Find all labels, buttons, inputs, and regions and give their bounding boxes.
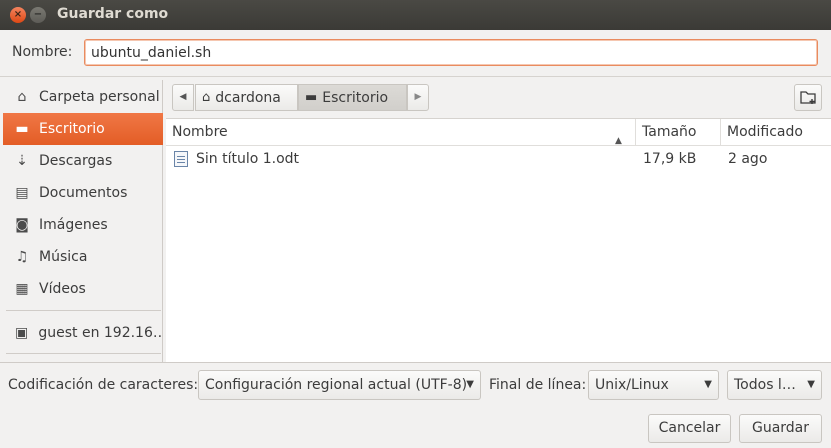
places-sidebar: ⌂ Carpeta personal ▬ Escritorio ⇣ Descar… — [3, 80, 163, 362]
column-header-name[interactable]: Nombre ▲ — [166, 119, 636, 146]
sidebar-item-documentos[interactable]: ▤ Documentos — [3, 177, 163, 209]
file-list: Nombre ▲ Tamaño Modificado Sin título 1.… — [166, 118, 831, 362]
file-filter-value: Todos l… — [734, 377, 796, 393]
encoding-value: Configuración regional actual (UTF-8) — [205, 377, 468, 393]
sidebar-item-descargas[interactable]: ⇣ Descargas — [3, 145, 163, 177]
file-row[interactable]: Sin título 1.odt 17,9 kB 2 ago — [166, 147, 831, 171]
network-icon: ▣ — [15, 325, 29, 341]
sidebar-item-musica[interactable]: ♫ Música — [3, 241, 163, 273]
sidebar-item-label: Carpeta personal — [39, 89, 160, 105]
sidebar-item-videos[interactable]: ▦ Vídeos — [3, 273, 163, 305]
save-button[interactable]: Guardar — [739, 414, 822, 443]
download-icon: ⇣ — [16, 153, 28, 169]
column-header-size[interactable]: Tamaño — [636, 119, 721, 146]
document-icon: ▤ — [15, 185, 29, 201]
chevron-down-icon: ▼ — [466, 379, 474, 390]
text-document-icon — [174, 151, 188, 167]
line-end-label: Final de línea: — [489, 377, 587, 393]
path-scroll-right-button[interactable]: ▶ — [407, 84, 429, 111]
sidebar-item-label: Música — [39, 249, 88, 265]
folder-icon: ▬ — [305, 90, 318, 105]
sidebar-divider — [6, 353, 161, 354]
divider — [0, 362, 831, 363]
folder-icon: ▬ — [15, 121, 29, 137]
home-icon: ⌂ — [202, 90, 211, 105]
cancel-button[interactable]: Cancelar — [648, 414, 731, 443]
window-title: Guardar como — [57, 6, 169, 22]
encoding-label: Codificación de caracteres: — [8, 377, 199, 393]
sidebar-item-label: guest en 192.16… — [38, 325, 163, 341]
camera-icon: ◙ — [15, 217, 29, 233]
sidebar-divider — [6, 310, 161, 311]
close-window-button[interactable]: × — [10, 7, 26, 23]
encoding-select[interactable]: Configuración regional actual (UTF-8) ▼ — [198, 370, 481, 400]
sidebar-item-label: Documentos — [39, 185, 128, 201]
sidebar-item-escritorio[interactable]: ▬ Escritorio — [3, 113, 163, 145]
file-name: Sin título 1.odt — [196, 151, 300, 167]
file-modified: 2 ago — [728, 151, 768, 167]
sidebar-item-network-share[interactable]: ▣ guest en 192.16… — [3, 317, 163, 349]
path-crumb-escritorio[interactable]: ▬ Escritorio — [298, 84, 407, 111]
new-folder-icon — [800, 91, 816, 104]
home-icon: ⌂ — [17, 89, 27, 105]
sidebar-item-imagenes[interactable]: ◙ Imágenes — [3, 209, 163, 241]
crumb-label: dcardona — [215, 89, 281, 106]
sidebar-item-label: Imágenes — [39, 217, 108, 233]
filename-input[interactable] — [84, 39, 818, 66]
column-header-label: Nombre — [172, 124, 228, 140]
chevron-down-icon: ▼ — [704, 379, 712, 390]
music-icon: ♫ — [15, 249, 29, 265]
divider — [0, 76, 831, 77]
sidebar-item-label: Descargas — [39, 153, 113, 169]
chevron-down-icon: ▼ — [807, 379, 815, 390]
crumb-label: Escritorio — [322, 89, 389, 106]
file-size: 17,9 kB — [643, 151, 697, 167]
minimize-window-button[interactable]: − — [30, 7, 46, 23]
line-end-value: Unix/Linux — [595, 377, 669, 393]
sidebar-item-carpeta-personal[interactable]: ⌂ Carpeta personal — [3, 81, 163, 113]
path-scroll-left-button[interactable]: ◀ — [172, 84, 194, 111]
path-crumb-home[interactable]: ⌂ dcardona — [195, 84, 298, 111]
file-filter-select[interactable]: Todos l… ▼ — [727, 370, 822, 400]
line-end-select[interactable]: Unix/Linux ▼ — [588, 370, 719, 400]
sidebar-item-label: Escritorio — [39, 121, 105, 137]
title-bar: × − Guardar como — [0, 0, 831, 30]
create-folder-button[interactable] — [794, 84, 822, 111]
column-header-modified[interactable]: Modificado — [721, 119, 831, 146]
name-label: Nombre: — [12, 44, 73, 60]
film-icon: ▦ — [15, 281, 29, 297]
sidebar-item-label: Vídeos — [39, 281, 86, 297]
